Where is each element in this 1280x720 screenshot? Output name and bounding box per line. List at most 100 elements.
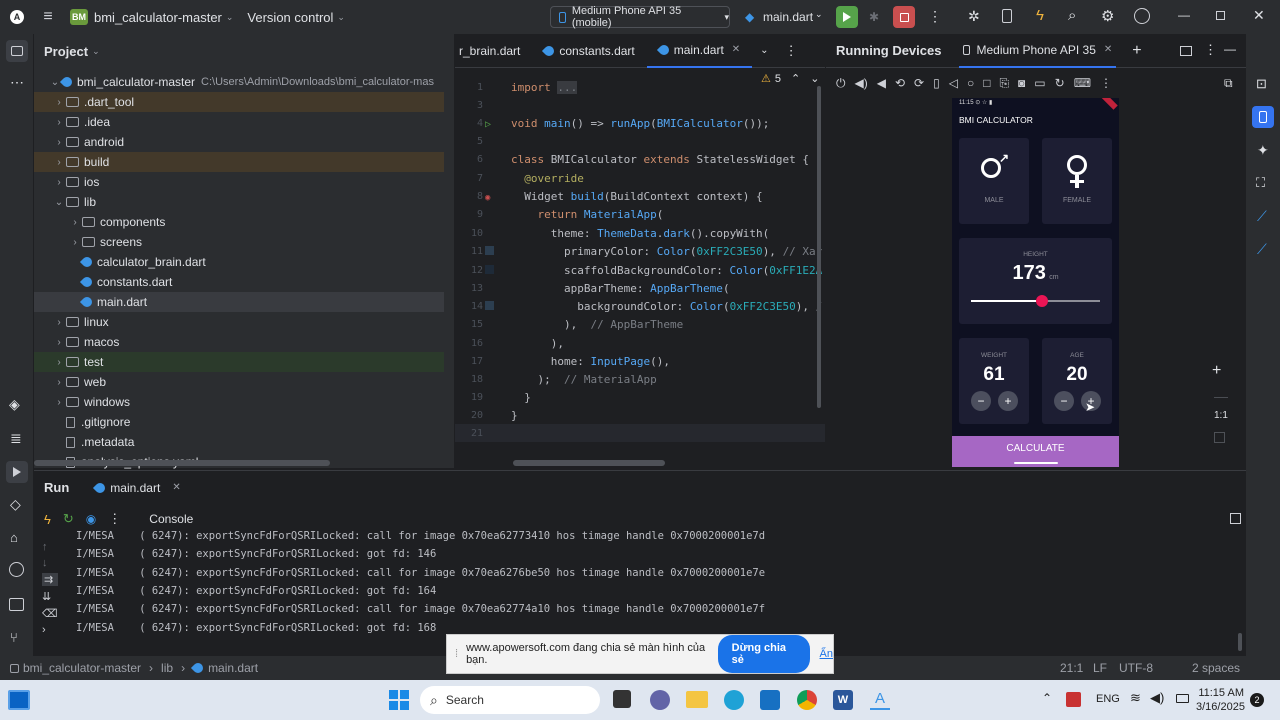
female-card[interactable]: FEMALE [1042, 138, 1112, 224]
battery-icon[interactable] [1176, 694, 1189, 703]
code-line[interactable]: 9 return MaterialApp( [455, 205, 825, 223]
device-tab[interactable]: Medium Phone API 35 ✕ [959, 34, 1117, 68]
calculate-button[interactable]: CALCULATE [952, 436, 1119, 467]
more-tools-icon[interactable]: ⋯ [10, 74, 24, 91]
code-line[interactable]: 15 ), // AppBarTheme [455, 315, 825, 333]
device-manager-icon[interactable] [1002, 9, 1012, 23]
age-minus-button[interactable]: − [1054, 391, 1074, 411]
close-tab-icon[interactable]: ✕ [172, 482, 180, 493]
zoom-actual-size[interactable]: 1:1 [1214, 410, 1228, 421]
code-line[interactable]: 10 theme: ThemeData.dark().copyWith( [455, 224, 825, 242]
volume-up-icon[interactable]: ◀) [855, 76, 868, 91]
account-icon[interactable] [1134, 8, 1150, 24]
color-swatch-icon[interactable] [485, 300, 494, 310]
tree-item[interactable]: › macos [34, 332, 444, 352]
running-devices-tool-icon[interactable] [1252, 106, 1274, 128]
teams-icon[interactable] [650, 690, 670, 710]
power-icon[interactable]: ⏻ [836, 76, 846, 91]
word-icon[interactable]: W [833, 690, 853, 710]
chrome-icon[interactable] [797, 690, 817, 710]
rotate-right-icon[interactable]: ⟳ [914, 76, 924, 91]
tree-item[interactable]: .metadata [34, 432, 444, 452]
record-icon[interactable]: ▭ [1034, 76, 1045, 91]
minimize-icon[interactable]: — [1178, 8, 1190, 22]
tray-app-icon[interactable] [1066, 692, 1081, 707]
zoom-in-icon[interactable]: + [1212, 362, 1221, 380]
reset-icon[interactable]: ↻ [1055, 76, 1065, 91]
wifi-icon[interactable]: ≋ [1130, 690, 1141, 706]
tree-item[interactable]: main.dart [34, 292, 444, 312]
taskbar-search[interactable]: ⌕ Search [420, 686, 600, 714]
run-tab[interactable]: main.dart ✕ [93, 480, 181, 495]
minimize-panel-icon[interactable]: — [1224, 42, 1236, 56]
code-line[interactable]: 5 [455, 132, 825, 150]
home-icon[interactable]: ○ [967, 76, 974, 91]
extended-controls-icon[interactable]: ⌨ [1074, 76, 1091, 91]
code-line[interactable]: 6 class BMICalculator extends StatelessWi… [455, 150, 825, 168]
file-encoding[interactable]: UTF-8 [1119, 661, 1153, 675]
code-line[interactable]: 21 [455, 424, 825, 443]
logcat-icon[interactable]: ⌂ [10, 530, 18, 545]
tree-item[interactable]: ⌄ lib [34, 192, 444, 212]
fold-icon[interactable]: ▯ [933, 76, 940, 91]
zoom-fit-icon[interactable] [1214, 432, 1225, 443]
notifications-icon[interactable]: ⊡ [1256, 76, 1267, 92]
crumb-file[interactable]: main.dart [208, 661, 258, 675]
tree-item[interactable]: .gitignore [34, 412, 444, 432]
tree-root[interactable]: ⌄ bmi_calculator-master C:\Users\Admin\Dow… [34, 72, 444, 92]
indent-setting[interactable]: 2 spaces [1192, 661, 1240, 675]
start-button[interactable] [389, 690, 409, 710]
stop-sharing-button[interactable]: Dừng chia sẻ [717, 635, 810, 673]
search-icon[interactable]: ⌕ [1068, 7, 1076, 24]
layout-inspector-icon[interactable]: ⛶ [1256, 175, 1265, 191]
tree-item[interactable]: › .idea [34, 112, 444, 132]
code-line[interactable]: 4 ▷ void main() => runApp(BMICalculator())… [455, 114, 825, 132]
run-button[interactable] [836, 6, 858, 28]
panel-more-icon[interactable]: ⋮ [1204, 42, 1217, 58]
version-control-menu[interactable]: Version control [247, 10, 333, 25]
volume-icon[interactable]: ◀) [1150, 690, 1164, 706]
snapshot-icon[interactable]: ⎘ [999, 76, 1009, 91]
code-line[interactable]: 19 } [455, 388, 825, 406]
hide-banner-link[interactable]: Ẩn [820, 648, 833, 660]
tree-horizontal-scrollbar[interactable] [34, 460, 330, 466]
terminal-icon[interactable] [9, 598, 24, 611]
tree-item[interactable]: › components [34, 212, 444, 232]
close-window-icon[interactable]: ✕ [1253, 7, 1265, 24]
flutter-inspector-icon[interactable]: ◈ [9, 396, 20, 413]
gemini-icon[interactable]: ✦ [1257, 142, 1269, 159]
clock[interactable]: 11:15 AM 3/16/2025 [1196, 686, 1245, 714]
flutter-outline-icon[interactable]: ⟋ [1257, 208, 1267, 225]
code-line[interactable]: 17 home: InputPage(), [455, 352, 825, 370]
scroll-up-icon[interactable]: ↑ [42, 541, 58, 553]
more-icon[interactable]: ⋮ [928, 8, 942, 25]
edge-icon[interactable] [724, 690, 744, 710]
back-icon[interactable]: ◁ [949, 76, 958, 91]
devtools-icon[interactable]: ◉ [86, 512, 96, 526]
git-icon[interactable]: ⑂ [10, 630, 18, 645]
code-line[interactable]: 13 appBarTheme: AppBarTheme( [455, 279, 825, 297]
tray-chevron-icon[interactable]: ⌃ [1042, 691, 1052, 705]
code-line[interactable]: 14 backgroundColor: Color(0xFF2C3E50), / [455, 297, 825, 315]
run-tool-icon[interactable] [6, 461, 28, 483]
structure-icon[interactable]: ≣ [10, 430, 22, 447]
tree-item[interactable]: › .dart_tool [34, 92, 444, 112]
code-line[interactable]: 18 ); // MaterialApp [455, 370, 825, 388]
close-tab-icon[interactable]: ✕ [732, 44, 740, 55]
zoom-out-icon[interactable]: — [1214, 388, 1228, 404]
code-line[interactable]: 8 ◉ Widget build(BuildContext context) { [455, 187, 825, 205]
store-icon[interactable] [760, 690, 780, 710]
code-line[interactable]: 11 primaryColor: Color(0xFF2C3E50), // X… [455, 242, 825, 260]
run-gutter-icon[interactable]: ▷ [485, 119, 491, 130]
language-indicator[interactable]: ENG [1096, 693, 1120, 705]
weight-minus-button[interactable]: − [971, 391, 991, 411]
add-device-icon[interactable]: + [1132, 42, 1141, 60]
code-line[interactable]: 20} [455, 406, 825, 424]
close-tab-icon[interactable]: ✕ [1104, 44, 1112, 55]
stop-button[interactable] [893, 6, 915, 28]
tree-item[interactable]: constants.dart [34, 272, 444, 292]
height-slider-thumb[interactable] [1035, 295, 1048, 307]
settings-icon[interactable]: ⚙ [1101, 7, 1114, 25]
debug-icon[interactable]: ✱ [869, 10, 879, 24]
editor-vertical-scrollbar[interactable] [817, 86, 821, 408]
